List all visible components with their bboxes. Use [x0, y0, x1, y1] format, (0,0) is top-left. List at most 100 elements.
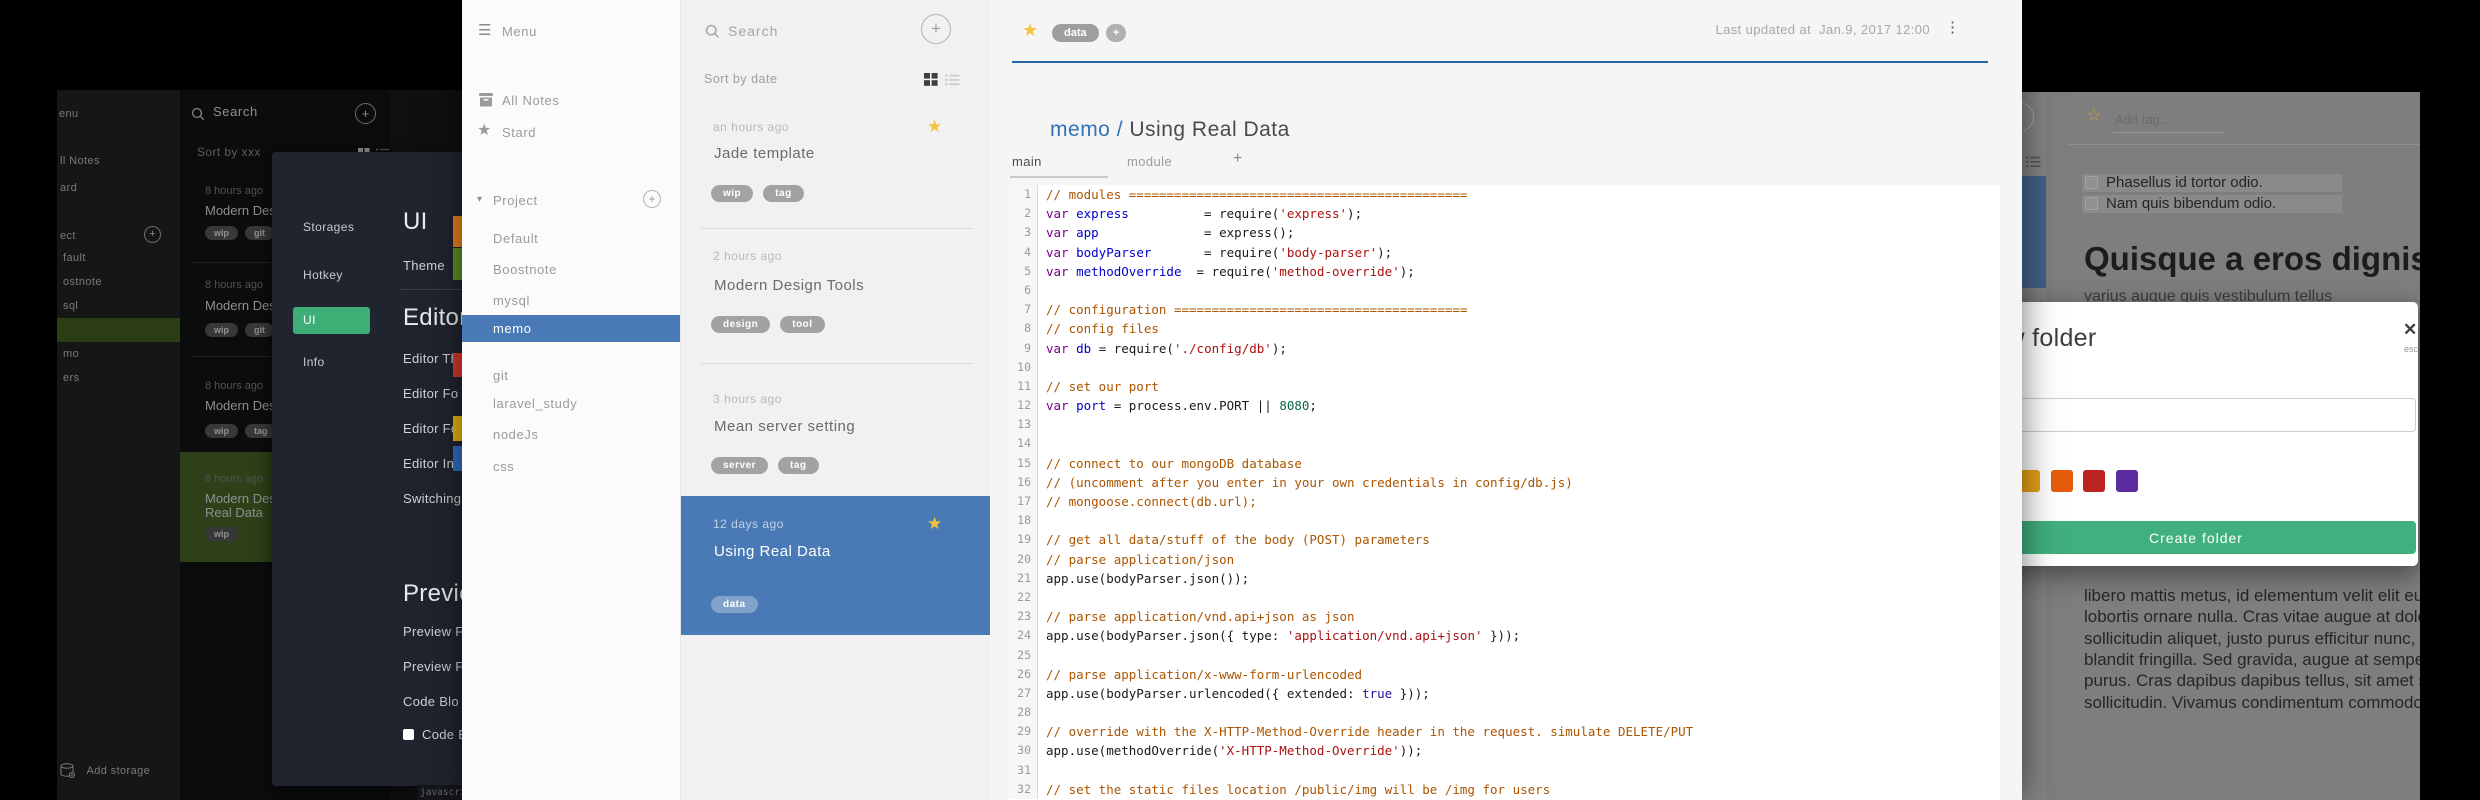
- editor-panel: ★ data + Last updated at Jan.9, 2017 12:…: [990, 0, 2022, 800]
- tab-module[interactable]: module: [1127, 154, 1172, 169]
- new-note-button[interactable]: +: [921, 14, 951, 44]
- line-number: 9: [1008, 338, 1038, 358]
- settings-tab-storages[interactable]: Storages: [303, 220, 354, 234]
- right-divider: [2068, 144, 2420, 145]
- star-icon[interactable]: ★: [1022, 20, 1038, 41]
- dark-new-note-button[interactable]: +: [355, 103, 376, 124]
- settings-row-label[interactable]: Code B: [403, 727, 467, 742]
- sidebar-folder-Boostnote[interactable]: Boostnote: [462, 256, 680, 283]
- settings-row-label[interactable]: Preview F: [403, 659, 464, 674]
- checkbox[interactable]: [2085, 176, 2098, 189]
- dark-add-storage[interactable]: Add storage: [60, 762, 150, 780]
- settings-tab-ui[interactable]: UI: [303, 313, 316, 327]
- sidebar-folder-memo[interactable]: memo: [462, 315, 680, 342]
- note-time: 3 hours ago: [713, 392, 782, 406]
- settings-row-label[interactable]: Switching: [403, 491, 461, 506]
- note-tag-pill[interactable]: data: [1052, 24, 1099, 42]
- folder-color-swatch[interactable]: [2083, 470, 2105, 492]
- checkbox[interactable]: [403, 729, 414, 740]
- settings-row-label[interactable]: Editor Th: [403, 351, 458, 366]
- add-folder-button[interactable]: +: [643, 190, 661, 208]
- sort-selector[interactable]: Sort by date: [704, 72, 777, 86]
- last-updated-label: Last updated at Jan.9, 2017 12:00: [1715, 22, 1930, 37]
- sidebar-folder-mysql[interactable]: mysql: [462, 287, 680, 314]
- folder-color-swatch[interactable]: [2116, 470, 2138, 492]
- grid-view-icon[interactable]: [924, 73, 938, 86]
- dark-menu-label[interactable]: enu: [59, 108, 79, 120]
- sidebar-folder-item[interactable]: sql: [57, 294, 180, 318]
- note-card[interactable]: 3 hours ago Mean server setting server tag: [681, 363, 991, 496]
- note-tags: server tag: [711, 455, 829, 474]
- sidebar-folder-nodeJs[interactable]: nodeJs: [462, 421, 680, 448]
- sidebar-folder-git[interactable]: git: [462, 362, 680, 389]
- close-icon[interactable]: ✕: [2403, 320, 2417, 340]
- note-card[interactable]: 2 hours ago Modern Design Tools design tool: [681, 228, 991, 363]
- add-tag-input[interactable]: Add tag...: [2115, 112, 2171, 127]
- folder-label: git: [493, 368, 509, 383]
- note-card[interactable]: an hours ago ★ Jade template wip tag: [681, 100, 991, 228]
- settings-tab-info[interactable]: Info: [303, 355, 325, 369]
- breadcrumb-folder[interactable]: memo: [1050, 118, 1110, 141]
- menu-label[interactable]: Menu: [502, 24, 537, 39]
- line-number: 13: [1008, 415, 1038, 435]
- star-outline-icon[interactable]: ☆: [2086, 105, 2102, 126]
- sidebar-item-starred[interactable]: Stard: [502, 125, 536, 140]
- dark-project-label[interactable]: ect: [60, 230, 76, 242]
- folder-color-swatch[interactable]: [2051, 470, 2073, 492]
- code-line: 17// mongoose.connect(db.url);: [1008, 492, 2000, 512]
- sidebar-folder-item[interactable]: ers: [57, 366, 180, 390]
- settings-row-label[interactable]: Editor Fo: [403, 421, 458, 436]
- code-line: 24 app.use(bodyParser.json({ type: 'appli…: [1008, 626, 2000, 646]
- sidebar-folder-laravel_study[interactable]: laravel_study: [462, 390, 680, 417]
- note-card[interactable]: 12 days ago ★ Using Real Data data: [681, 496, 991, 635]
- sidebar-folder-item[interactable]: ostnote: [57, 270, 180, 294]
- add-tag-button[interactable]: +: [1106, 24, 1127, 42]
- chevron-down-icon[interactable]: ▾: [477, 194, 482, 205]
- note-time: 8 hours ago: [205, 185, 264, 197]
- dark-add-folder-button[interactable]: +: [144, 226, 161, 243]
- sidebar-folder-item[interactable]: mo: [57, 342, 180, 366]
- checklist-label: Phasellus id tortor odio.: [2106, 174, 2263, 191]
- settings-row-label[interactable]: Theme: [403, 258, 445, 273]
- code-line: 22: [1008, 587, 2000, 608]
- new-note-button[interactable]: [2022, 102, 2034, 132]
- settings-row-label[interactable]: Preview F: [403, 624, 464, 639]
- code-line: 1// modules ============================…: [1008, 185, 2000, 205]
- dark-all-notes[interactable]: ll Notes: [60, 155, 100, 167]
- project-section-label[interactable]: Project: [493, 193, 538, 208]
- sidebar-folder-item[interactable]: fault: [57, 246, 180, 270]
- code-editor[interactable]: 1// modules ============================…: [1008, 185, 2000, 800]
- tab-main[interactable]: main: [1012, 154, 1042, 169]
- list-view-icon[interactable]: [2026, 156, 2041, 168]
- line-number: 18: [1008, 511, 1038, 531]
- star-icon: ★: [927, 117, 943, 136]
- settings-row-label: UI: [403, 208, 428, 235]
- search-icon: [191, 107, 205, 121]
- checkbox[interactable]: [2085, 197, 2098, 210]
- sidebar-folder-Default[interactable]: Default: [462, 225, 680, 252]
- list-view-icon[interactable]: [945, 74, 960, 86]
- tag-pill: tag: [763, 185, 804, 202]
- line-number: 15: [1008, 453, 1038, 473]
- dark-starred[interactable]: ard: [60, 182, 77, 194]
- settings-tab-hotkey[interactable]: Hotkey: [303, 268, 343, 282]
- sidebar-folder-css[interactable]: css: [462, 453, 680, 480]
- tag-pill: wip: [205, 226, 238, 240]
- sidebar-folder-item[interactable]: [57, 318, 180, 342]
- sidebar-item-all-notes[interactable]: All Notes: [502, 93, 559, 108]
- search-input[interactable]: Search: [728, 23, 778, 39]
- dark-sort-label[interactable]: Sort by xxx: [197, 145, 261, 159]
- create-folder-button[interactable]: Create folder: [1976, 521, 2416, 554]
- add-tab-button[interactable]: +: [1233, 150, 1242, 168]
- selected-note-sliver[interactable]: [2022, 176, 2046, 288]
- more-options-icon[interactable]: ⋮: [1945, 18, 1960, 36]
- main-app-window: ☰ Menu All Notes ★ Stard ▾ Project + Def…: [462, 0, 2022, 800]
- settings-row-label[interactable]: Code Blo: [403, 694, 459, 709]
- folder-label: memo: [493, 321, 532, 336]
- line-number: 1: [1008, 185, 1038, 205]
- dark-search-input[interactable]: Search: [213, 104, 258, 119]
- settings-row-label[interactable]: Editor Fo: [403, 386, 458, 401]
- menu-icon[interactable]: ☰: [478, 21, 491, 39]
- color-chip: [453, 353, 462, 377]
- folder-name-input[interactable]: [1976, 398, 2416, 432]
